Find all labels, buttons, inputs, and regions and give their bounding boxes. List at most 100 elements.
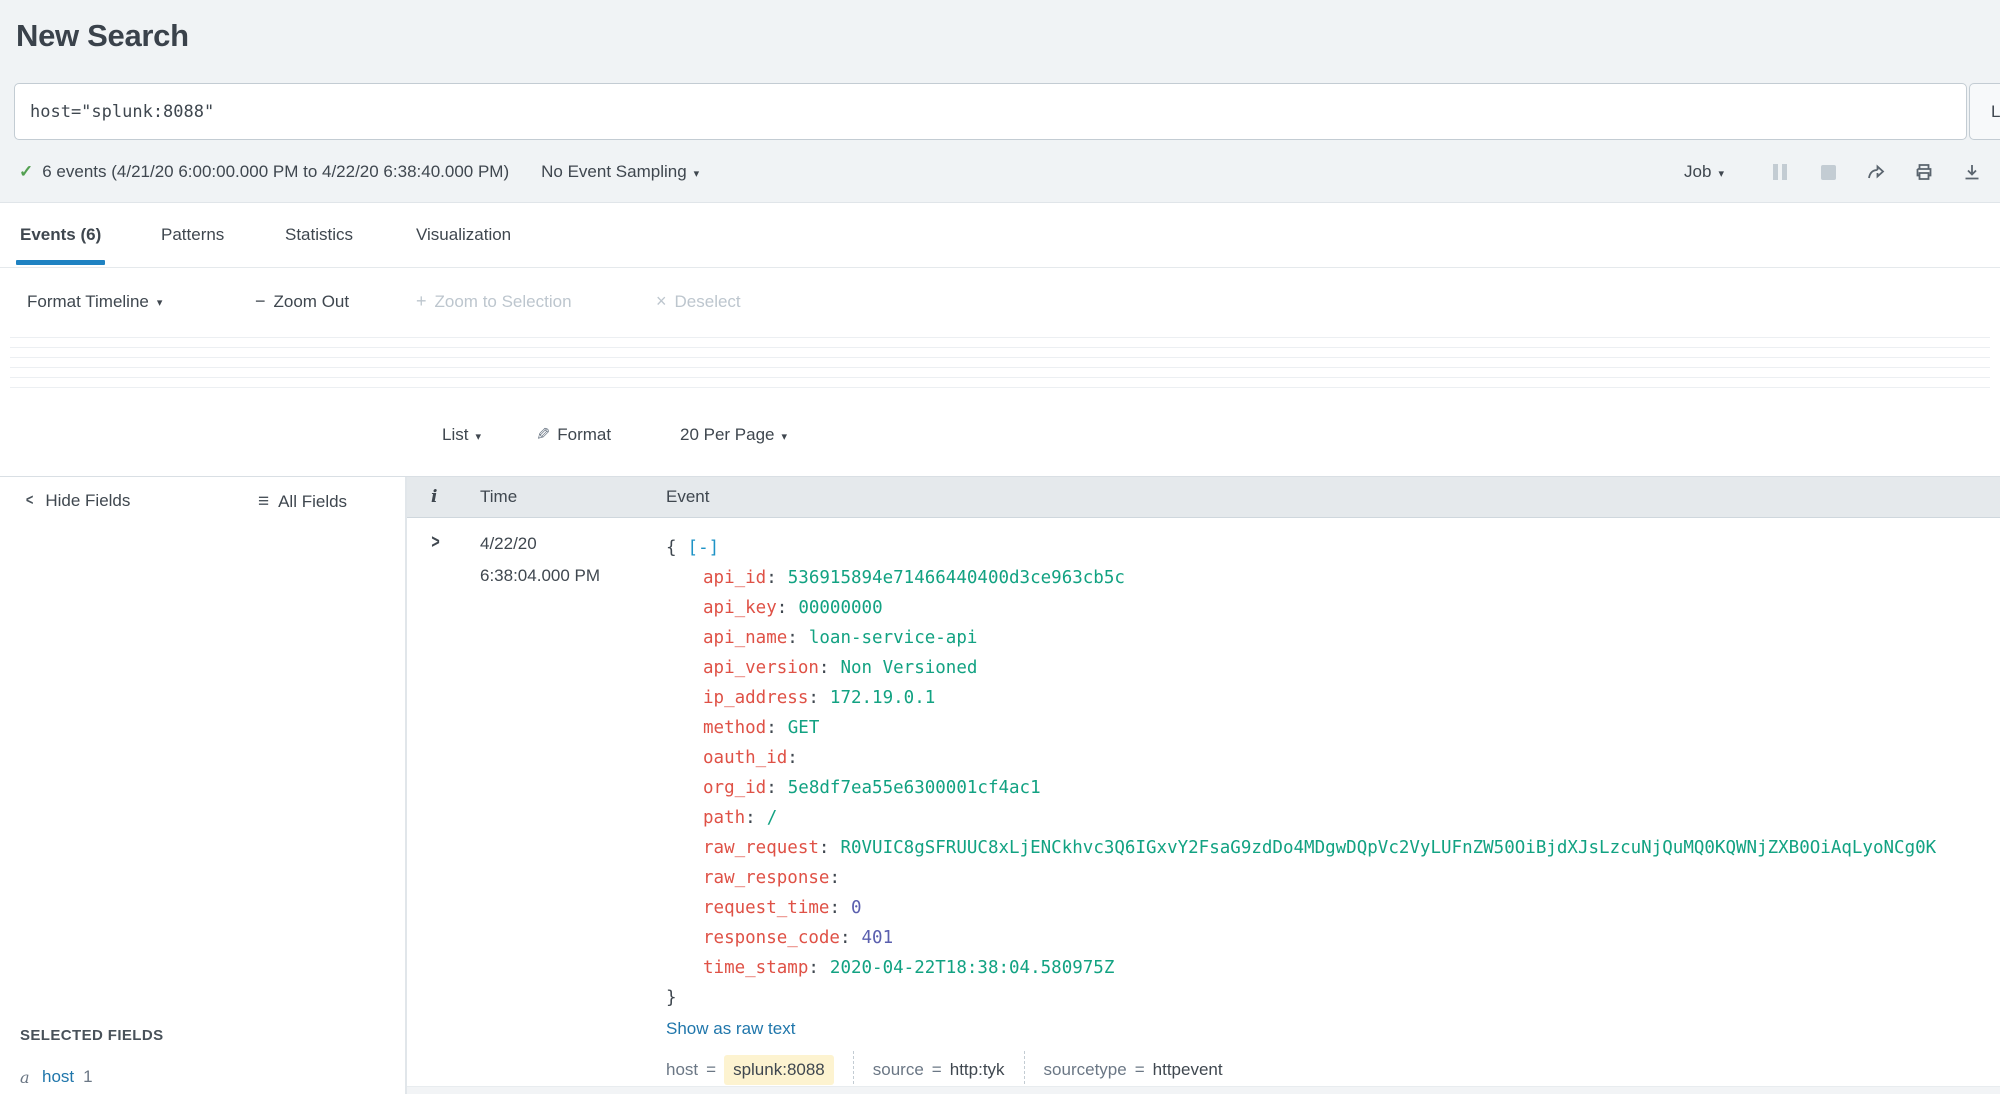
stop-button[interactable] (1816, 160, 1840, 184)
json-line-org_id[interactable]: org_id: 5e8df7ea55e6300001cf4ac1 (666, 773, 2000, 803)
x-icon: × (656, 291, 667, 311)
deselect-label: Deselect (674, 291, 741, 311)
tab-patterns-label: Patterns (161, 225, 225, 244)
tab-events-label: Events (6) (20, 225, 102, 244)
json-line-method[interactable]: method: GET (666, 713, 2000, 743)
colon: : (766, 718, 777, 738)
json-line-response_code[interactable]: response_code: 401 (666, 923, 2000, 953)
deselect-button[interactable]: × Deselect (656, 268, 741, 335)
fields-sidebar-header: < Hide Fields ≡ All Fields (0, 491, 405, 519)
all-fields-button[interactable]: ≡ All Fields (258, 491, 347, 513)
close-brace: } (666, 988, 677, 1008)
show-raw-text-link[interactable]: Show as raw text (666, 1014, 795, 1044)
expand-event-chevron[interactable]: > (431, 532, 439, 554)
event-sampling-dropdown[interactable]: No Event Sampling ▾ (541, 162, 699, 182)
event-json: { [-] api_id: 536915894e71466440400d3ce963… (666, 518, 2000, 1013)
tab-visualization-label: Visualization (416, 225, 512, 244)
field-item-host[interactable]: a host 1 (20, 1062, 93, 1092)
event-meta-row: host = splunk:8088 source = http:tyk sou… (666, 1051, 2000, 1089)
event-timestamp: 4/22/20 6:38:04.000 PM (480, 528, 600, 592)
json-key: api_id (703, 568, 767, 588)
json-line-time_stamp[interactable]: time_stamp: 2020-04-22T18:38:04.580975Z (666, 953, 2000, 983)
json-line-api_key[interactable]: api_key: 00000000 (666, 593, 2000, 623)
job-menu-button[interactable]: Job ▾ (1684, 162, 1724, 182)
format-timeline-dropdown[interactable]: Format Timeline ▾ (27, 268, 162, 335)
search-header: New Search L ✓ 6 events (4/21/20 6:00:00… (0, 0, 2000, 203)
json-value: 5e8df7ea55e6300001cf4ac1 (787, 778, 1041, 798)
share-button[interactable] (1864, 160, 1888, 184)
all-fields-label: All Fields (278, 492, 348, 511)
format-results-button[interactable]: ✎ Format (536, 425, 611, 445)
json-key: org_id (703, 778, 767, 798)
collapse-json-link[interactable]: [-] (688, 538, 720, 558)
json-line-path[interactable]: path: / (666, 803, 2000, 833)
meta-label-source: source (872, 1060, 924, 1079)
list-view-dropdown[interactable]: List ▾ (442, 425, 481, 445)
fields-sidebar: < Hide Fields ≡ All Fields SELECTED FIEL… (0, 477, 407, 1094)
event-timeline-chart[interactable] (0, 335, 2000, 395)
print-icon (1916, 164, 1932, 180)
meta-separator (1023, 1051, 1025, 1089)
meta-value-sourcetype[interactable]: httpevent (1153, 1060, 1223, 1080)
colon: : (818, 838, 830, 858)
colon: : (776, 598, 788, 618)
colon: : (829, 898, 840, 918)
open-brace: { (666, 538, 677, 558)
json-line-api_name[interactable]: api_name: loan-service-api (666, 623, 2000, 653)
tab-patterns[interactable]: Patterns (161, 203, 224, 267)
meta-label-host: host (666, 1060, 699, 1079)
stop-icon (1820, 164, 1836, 180)
pause-button[interactable] (1768, 160, 1792, 184)
meta-label-sourcetype: sourcetype (1043, 1060, 1127, 1079)
tab-statistics[interactable]: Statistics (285, 203, 353, 267)
json-line-oauth_id[interactable]: oauth_id: (666, 743, 2000, 773)
equals-sign: = (706, 1060, 717, 1079)
format-timeline-label: Format Timeline (27, 291, 149, 311)
format-results-label: Format (557, 425, 612, 444)
timeline-gridline (10, 347, 1990, 348)
json-line-request_time[interactable]: request_time: 0 (666, 893, 2000, 923)
meta-value-source[interactable]: http:tyk (950, 1060, 1005, 1080)
print-button[interactable] (1912, 160, 1936, 184)
per-page-dropdown[interactable]: 20 Per Page ▾ (680, 425, 787, 445)
colon: : (745, 808, 756, 828)
json-key: response_code (703, 928, 840, 948)
chevron-down-icon: ▾ (781, 430, 788, 443)
time-range-button[interactable]: L (1969, 83, 2000, 140)
hide-fields-button[interactable]: < Hide Fields (25, 491, 130, 511)
meta-value-host[interactable]: splunk:8088 (724, 1055, 834, 1085)
json-line-ip_address[interactable]: ip_address: 172.19.0.1 (666, 683, 2000, 713)
zoom-out-button[interactable]: − Zoom Out (255, 268, 349, 335)
json-line-raw_request[interactable]: raw_request: R0VUIC8gSFRUUC8xLjENCkhvc3Q6… (666, 833, 2000, 863)
tab-statistics-label: Statistics (285, 225, 354, 244)
zoom-to-selection-button[interactable]: + Zoom to Selection (416, 268, 572, 335)
colon: : (787, 748, 798, 768)
tab-visualization[interactable]: Visualization (416, 203, 511, 267)
hide-fields-label: Hide Fields (45, 491, 131, 510)
search-input[interactable] (14, 83, 1967, 140)
chevron-down-icon: ▾ (156, 297, 163, 309)
tab-events[interactable]: Events (6) (15, 203, 106, 267)
json-value: 401 (861, 928, 894, 948)
timeline-gridline (10, 377, 1990, 378)
json-line-raw_response[interactable]: raw_response: (666, 863, 2000, 893)
chevron-down-icon: ▾ (1718, 167, 1724, 180)
json-key: api_name (703, 628, 788, 648)
download-button[interactable] (1960, 160, 1984, 184)
list-view-label: List (442, 425, 469, 444)
json-key: request_time (703, 898, 830, 918)
timeline-gridline (10, 337, 1990, 338)
json-key: api_version (703, 658, 819, 678)
job-label: Job (1684, 162, 1712, 181)
colon: : (808, 688, 819, 708)
json-value: GET (787, 718, 820, 738)
chevron-down-icon: ▾ (693, 167, 700, 180)
colon: : (766, 778, 777, 798)
json-line-api_id[interactable]: api_id: 536915894e71466440400d3ce963cb5c (666, 563, 2000, 593)
splunk-search-page: New Search L ✓ 6 events (4/21/20 6:00:00… (0, 0, 2000, 1094)
zoom-to-selection-label: Zoom to Selection (434, 291, 572, 311)
json-line-api_version[interactable]: api_version: Non Versioned (666, 653, 2000, 683)
colon: : (808, 958, 819, 978)
json-key: method (703, 718, 767, 738)
json-value: loan-service-api (808, 628, 978, 648)
